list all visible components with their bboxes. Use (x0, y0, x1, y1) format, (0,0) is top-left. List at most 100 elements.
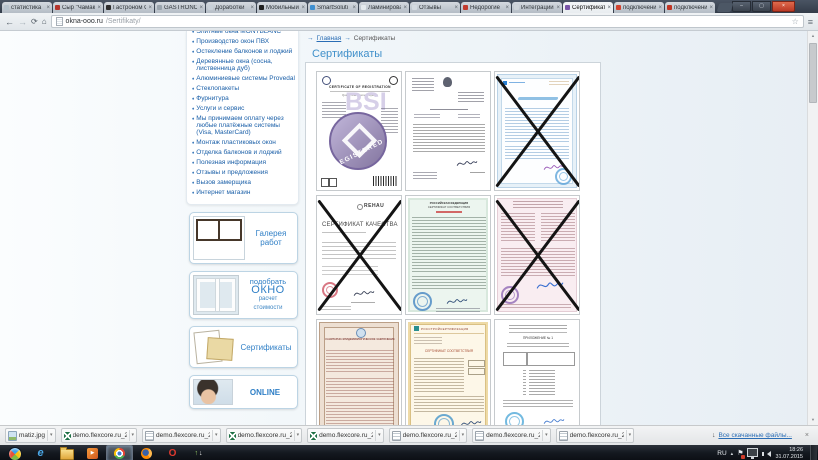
taskbar-chrome-active[interactable] (106, 445, 133, 460)
chevron-down-icon[interactable]: ▾ (375, 430, 381, 441)
sidebar-item-proizvodstvo[interactable]: ♦Производство окон ПВХ (192, 38, 295, 45)
certificate-conformity-green[interactable]: РОССИЙСКАЯ ФЕДЕРАЦИЯ СЕРТИФИКАТ СООТВЕТС… (405, 195, 491, 315)
window-calculator-widget[interactable]: подобрать ОКНО расчет стоимости (189, 271, 298, 319)
sidebar-item-magazin[interactable]: ♦Интернет магазин (192, 189, 295, 196)
taskbar-clock[interactable]: 18:26 31.07.2015 (775, 447, 803, 460)
tab-podklyuchenie-2[interactable]: подключени× (665, 2, 715, 13)
download-item[interactable]: demo.flexcore.ru_2...html▾ (142, 428, 221, 443)
chevron-down-icon[interactable]: ▾ (542, 430, 548, 441)
tab-otzyvy[interactable]: Отзывы× (410, 2, 460, 13)
taskbar-opera[interactable]: O (160, 446, 185, 460)
chevron-down-icon[interactable]: ▾ (294, 430, 300, 441)
tab-nedorogie[interactable]: Недорогие× (461, 2, 511, 13)
tab-close-icon[interactable]: × (607, 5, 611, 11)
download-item[interactable]: demo.flexcore.ru_2...html▾ (472, 428, 551, 443)
certificate-official-letter[interactable] (405, 71, 491, 191)
address-bar[interactable]: okna-ooo.ru /Sertifikaty/ ☆ (51, 15, 804, 28)
chevron-down-icon[interactable]: ▾ (129, 430, 135, 441)
taskbar-media-player[interactable]: ▶ (80, 446, 105, 460)
sidebar-item-furnitura[interactable]: ♦Фурнитура (192, 95, 295, 102)
taskbar-internet-explorer[interactable]: e (28, 446, 53, 460)
sidebar-item-derevyannye[interactable]: ♦Деревянные окна (сосна, лиственница дуб… (192, 58, 295, 72)
certificate-appendix[interactable]: ПРИЛОЖЕНИЕ № 1 (494, 319, 580, 425)
chevron-down-icon[interactable]: ▾ (212, 430, 218, 441)
sidebar-item-alyuminievye[interactable]: ♦Алюминиевые системы Provedal (192, 75, 295, 82)
close-button[interactable]: × (772, 1, 795, 12)
tab-close-icon[interactable]: × (403, 5, 407, 11)
sidebar-item-otzyvy[interactable]: ♦Отзывы и предложения (192, 169, 295, 176)
online-consultant-widget[interactable]: ONLINE (189, 375, 298, 409)
tab-close-icon[interactable]: × (199, 5, 203, 11)
scrollbar-thumb[interactable] (809, 43, 817, 103)
hidden-icons-chevron[interactable]: ▴ (731, 451, 734, 457)
tab-gastronom-ru[interactable]: Гастроном С× (104, 2, 154, 13)
chevron-down-icon[interactable]: ▾ (47, 430, 53, 441)
home-button[interactable]: ⌂ (42, 17, 47, 27)
maximize-button[interactable]: ▢ (752, 1, 771, 12)
scroll-down-icon[interactable]: ▼ (808, 415, 818, 425)
tab-sertifikaty-active[interactable]: Сертификат× (563, 2, 613, 13)
sidebar-item-uslugi[interactable]: ♦Услуги и сервис (192, 105, 295, 112)
reload-button[interactable]: ⟳ (31, 17, 38, 27)
bookmark-star-icon[interactable]: ☆ (792, 17, 799, 27)
tab-syr-chamak[interactable]: Сыр "Чамак"× (53, 2, 103, 13)
download-item[interactable]: demo.flexcore.ru_29....csv▾ (61, 428, 138, 443)
back-button[interactable]: ← (5, 17, 14, 27)
tab-dorabotki[interactable]: Доработки× (206, 2, 256, 13)
certificate-blue-crossed[interactable] (494, 71, 580, 191)
taskbar-transfers[interactable]: ↑↓ (186, 446, 211, 460)
certificate-rehau-quality[interactable]: REHAU СЕРТИФИКАТ КАЧЕСТВА (316, 195, 402, 315)
tab-laminirovanie[interactable]: Ламинирован× (359, 2, 409, 13)
download-item[interactable]: matiz.jpg▾ (5, 428, 56, 443)
language-indicator[interactable]: RU (717, 450, 726, 457)
tab-close-icon[interactable]: × (301, 5, 305, 11)
start-button[interactable] (2, 446, 27, 460)
network-icon[interactable] (747, 448, 758, 457)
action-center-flag-icon[interactable]: ⚑ (737, 450, 743, 458)
page-scrollbar[interactable]: ▲ ▼ (807, 31, 818, 425)
tab-close-icon[interactable]: × (709, 5, 713, 11)
tab-smartsolutions[interactable]: SmartSoluti× (308, 2, 358, 13)
certificate-bsi-registration[interactable]: CERTIFICATE OF REGISTRATION Quality Mana… (316, 71, 402, 191)
sidebar-item-osteklenie[interactable]: ♦Остекление балконов и лоджий (192, 48, 295, 55)
sidebar-item-poleznaya[interactable]: ♦Полезная информация (192, 159, 295, 166)
download-item[interactable]: demo.flexcore.ru_2...html▾ (556, 428, 635, 443)
tab-gastronom-en[interactable]: GASTRONOM× (155, 2, 205, 13)
close-downloads-bar-icon[interactable]: × (805, 432, 809, 439)
minimize-button[interactable]: – (732, 1, 751, 12)
sidebar-item-otdelka[interactable]: ♦Отделка балконов и лоджий (192, 149, 295, 156)
tab-integracii[interactable]: Интеграции× (512, 2, 562, 13)
chevron-down-icon[interactable]: ▾ (626, 430, 632, 441)
tab-close-icon[interactable]: × (97, 5, 101, 11)
tab-close-icon[interactable]: × (250, 5, 254, 11)
tab-statistika[interactable]: статистика× (2, 2, 52, 13)
tab-close-icon[interactable]: × (454, 5, 458, 11)
browser-menu-icon[interactable]: ≡ (808, 17, 813, 27)
tab-podklyuchenie-1[interactable]: подключени× (614, 2, 664, 13)
breadcrumb-home-link[interactable]: Главная (317, 35, 342, 42)
download-item[interactable]: demo.flexcore.ru_2...html▾ (389, 428, 468, 443)
tab-close-icon[interactable]: × (658, 5, 662, 11)
sidebar-item-zamershchik[interactable]: ♦Вызов замерщика (192, 179, 295, 186)
tab-close-icon[interactable]: × (352, 5, 356, 11)
tab-close-icon[interactable]: × (148, 5, 152, 11)
certificate-sanitary-conclusion[interactable]: САНИТАРНО-ЭПИДЕМИОЛОГИЧЕСКОЕ ЗАКЛЮЧЕНИЕ (316, 319, 402, 425)
download-item[interactable]: demo.flexcore.ru_29....csv▾ (307, 428, 384, 443)
certificate-pink-crossed[interactable] (494, 195, 580, 315)
speaker-icon[interactable] (764, 451, 771, 457)
scroll-up-icon[interactable]: ▲ (808, 31, 818, 41)
new-tab-button[interactable] (717, 3, 734, 12)
sidebar-item-steklopakety[interactable]: ♦Стеклопакеты (192, 85, 295, 92)
taskbar-firefox[interactable] (134, 446, 159, 460)
download-item[interactable]: demo.flexcore.ru_29....csv▾ (226, 428, 303, 443)
certificate-rosstroy[interactable]: РОССТРОЙСЕРТИФИКАЦИЯ СЕРТИФИКАТ СООТВЕТС… (405, 319, 491, 425)
sidebar-item-montazh[interactable]: ♦Монтаж пластиковых окон (192, 139, 295, 146)
show-desktop-button[interactable] (810, 445, 817, 460)
certificates-widget[interactable]: Сертификаты (189, 326, 298, 368)
chevron-down-icon[interactable]: ▾ (459, 430, 465, 441)
sidebar-item-oplata[interactable]: ♦Мы принимаем оплату через любые платёжн… (192, 115, 295, 136)
sidebar-item-montblanc[interactable]: ♦Элитные окна MONTBLANC (192, 31, 295, 35)
gallery-widget[interactable]: Галерея работ (189, 212, 298, 264)
tab-close-icon[interactable]: × (556, 5, 560, 11)
tab-close-icon[interactable]: × (46, 5, 50, 11)
